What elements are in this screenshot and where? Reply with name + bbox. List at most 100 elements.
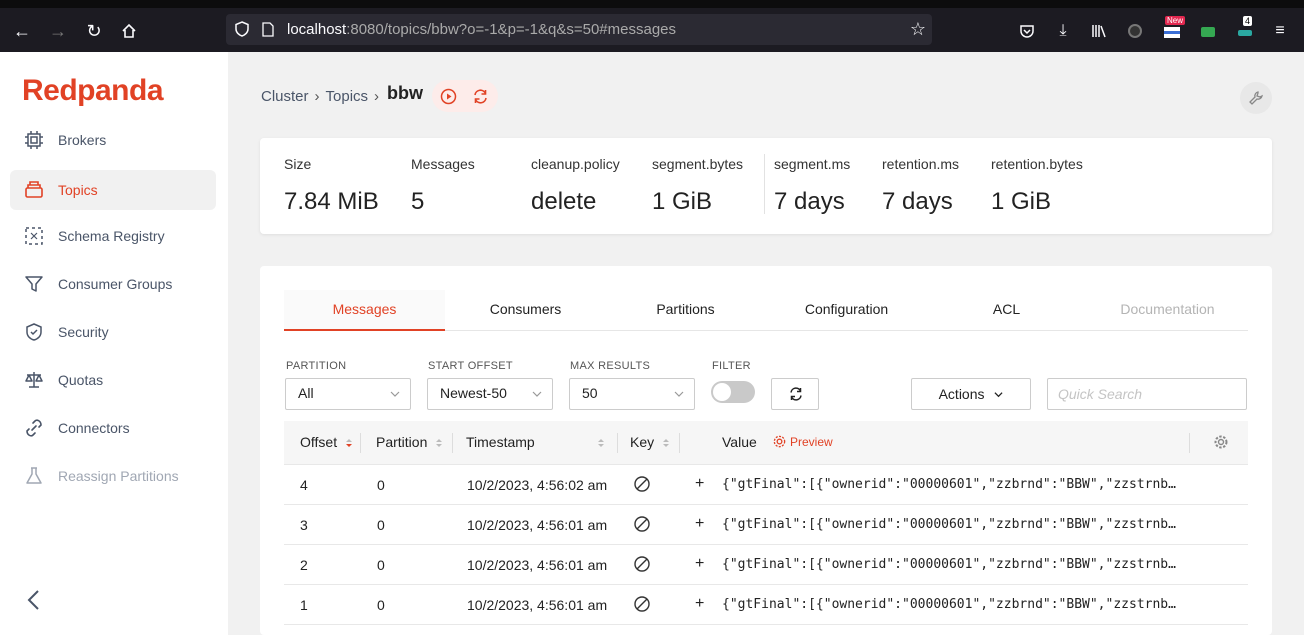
- sidebar-item-quotas[interactable]: Quotas: [10, 360, 216, 400]
- cell-offset: 4: [300, 477, 308, 493]
- col-offset[interactable]: Offset: [300, 434, 353, 450]
- max-results-select[interactable]: 50: [569, 378, 695, 410]
- breadcrumb-cluster[interactable]: Cluster: [261, 88, 309, 105]
- extension-green-icon[interactable]: [1197, 20, 1219, 42]
- library-icon[interactable]: [1088, 20, 1110, 42]
- refresh-messages-button[interactable]: [771, 378, 819, 410]
- expand-row-icon[interactable]: +: [695, 595, 704, 613]
- sidebar-item-brokers[interactable]: Brokers: [10, 120, 216, 160]
- back-arrow-icon[interactable]: ←: [9, 18, 35, 44]
- stack-icon: [22, 178, 46, 202]
- shield-icon: [22, 320, 46, 344]
- chevron-right-icon: ›: [314, 88, 320, 105]
- forward-arrow-icon[interactable]: →: [45, 18, 71, 44]
- table-row[interactable]: 3 0 10/2/2023, 4:56:01 am + {"gtFinal":[…: [284, 505, 1248, 545]
- partition-select[interactable]: All: [285, 378, 411, 410]
- menu-icon[interactable]: ≡: [1269, 20, 1291, 42]
- cell-partition: 0: [377, 517, 385, 533]
- chevron-down-icon: [674, 391, 684, 397]
- chevron-down-icon: [994, 392, 1003, 398]
- column-divider: [1189, 433, 1190, 453]
- tab-configuration[interactable]: Configuration: [766, 290, 927, 331]
- bookmark-star-icon[interactable]: ☆: [910, 19, 926, 40]
- col-key[interactable]: Key: [630, 434, 670, 450]
- table-row[interactable]: 1 0 10/2/2023, 4:56:01 am + {"gtFinal":[…: [284, 585, 1248, 625]
- extension-dark-icon[interactable]: [1124, 20, 1146, 42]
- table-settings-gear-icon[interactable]: [1213, 434, 1229, 450]
- sidebar-item-schema-registry[interactable]: Schema Registry: [10, 216, 216, 256]
- stat-messages: Messages 5: [411, 156, 475, 215]
- download-icon[interactable]: ⤓: [1052, 20, 1074, 42]
- expand-row-icon[interactable]: +: [695, 475, 704, 493]
- tab-partitions[interactable]: Partitions: [605, 290, 766, 331]
- col-value: Value: [722, 434, 757, 450]
- url-text[interactable]: localhost:8080/topics/bbw?o=-1&p=-1&q&s=…: [287, 21, 676, 38]
- stat-cleanup-policy: cleanup.policy delete: [531, 156, 620, 215]
- dev-tools-button[interactable]: [1240, 82, 1272, 114]
- sidebar-item-label: Security: [58, 324, 109, 340]
- sidebar-item-label: Quotas: [58, 372, 104, 388]
- stat-size: Size 7.84 MiB: [284, 156, 379, 215]
- sidebar-item-label: Consumer Groups: [58, 276, 173, 292]
- tab-consumers[interactable]: Consumers: [445, 290, 606, 331]
- messages-table-header: Offset Partition Timestamp Key Value Pre…: [284, 421, 1248, 465]
- sidebar-item-consumer-groups[interactable]: Consumer Groups: [10, 264, 216, 304]
- cell-timestamp: 10/2/2023, 4:56:02 am: [467, 477, 608, 493]
- sidebar-item-reassign-partitions[interactable]: Reassign Partitions: [10, 456, 216, 496]
- stat-retention-bytes: retention.bytes 1 GiB: [991, 156, 1083, 215]
- filter-toggle[interactable]: [711, 381, 755, 403]
- pocket-icon[interactable]: [1016, 20, 1038, 42]
- sidebar-item-security[interactable]: Security: [10, 312, 216, 352]
- sidebar-item-connectors[interactable]: Connectors: [10, 408, 216, 448]
- reload-icon[interactable]: ↻: [81, 18, 107, 44]
- cell-partition: 0: [377, 597, 385, 613]
- column-divider: [617, 433, 618, 453]
- preview-button[interactable]: Preview: [772, 434, 833, 449]
- cell-offset: 2: [300, 557, 308, 573]
- cell-value: {"gtFinal":[{"ownerid":"00000601","zzbrn…: [722, 597, 1180, 612]
- tab-documentation[interactable]: Documentation: [1087, 290, 1248, 331]
- stat-segment-bytes: segment.bytes 1 GiB: [652, 156, 744, 215]
- partition-label: PARTITION: [286, 360, 347, 372]
- breadcrumb-topics[interactable]: Topics: [326, 88, 369, 105]
- schema-icon: [22, 224, 46, 248]
- expand-row-icon[interactable]: +: [695, 515, 704, 533]
- home-icon[interactable]: [116, 18, 142, 44]
- redpanda-logo[interactable]: Redpanda: [22, 74, 164, 108]
- play-circle-icon[interactable]: [440, 88, 457, 105]
- actions-dropdown-button[interactable]: Actions: [911, 378, 1031, 410]
- max-results-label: MAX RESULTS: [570, 360, 651, 372]
- col-partition[interactable]: Partition: [376, 434, 443, 450]
- toggle-knob: [713, 383, 731, 401]
- refresh-icon[interactable]: [472, 88, 489, 105]
- filter-label: FILTER: [712, 360, 751, 372]
- quick-search-input[interactable]: [1047, 378, 1247, 410]
- funnel-icon: [22, 272, 46, 296]
- address-bar[interactable]: localhost:8080/topics/bbw?o=-1&p=-1&q&s=…: [226, 14, 932, 45]
- shield-icon[interactable]: [234, 21, 250, 37]
- sidebar-item-label: Brokers: [58, 132, 107, 148]
- table-row[interactable]: 4 0 10/2/2023, 4:56:02 am + {"gtFinal":[…: [284, 465, 1248, 505]
- start-offset-select[interactable]: Newest-50: [427, 378, 553, 410]
- sidebar-item-topics[interactable]: Topics: [10, 170, 216, 210]
- tab-messages[interactable]: Messages: [284, 290, 445, 331]
- cell-offset: 3: [300, 517, 308, 533]
- gear-icon: [773, 435, 786, 448]
- cell-timestamp: 10/2/2023, 4:56:01 am: [467, 517, 608, 533]
- link-icon: [22, 416, 46, 440]
- tab-acl[interactable]: ACL: [926, 290, 1087, 331]
- col-timestamp[interactable]: Timestamp: [466, 434, 535, 450]
- scale-icon: [22, 368, 46, 392]
- table-row[interactable]: 2 0 10/2/2023, 4:56:01 am + {"gtFinal":[…: [284, 545, 1248, 585]
- sidebar-item-label: Connectors: [58, 420, 130, 436]
- cell-value: {"gtFinal":[{"ownerid":"00000601","zzbrn…: [722, 517, 1180, 532]
- column-divider: [360, 433, 361, 453]
- expand-row-icon[interactable]: +: [695, 555, 704, 573]
- page-title: bbw: [387, 83, 424, 103]
- sort-icon[interactable]: [597, 437, 605, 449]
- chevron-right-icon: ›: [374, 88, 380, 105]
- topic-actions: [432, 80, 498, 112]
- topic-tabs: Messages Consumers Partitions Configurat…: [284, 290, 1248, 331]
- collapse-sidebar-icon[interactable]: [24, 588, 44, 612]
- sort-icon: [345, 439, 352, 448]
